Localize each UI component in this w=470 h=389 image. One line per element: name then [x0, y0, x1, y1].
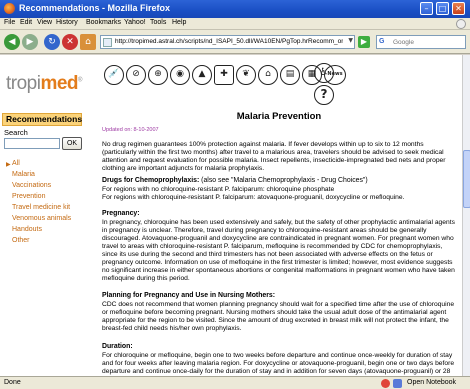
syringe-icon[interactable]: 💉 — [104, 65, 124, 85]
planning-heading: Planning for Pregnancy and Use in Nursin… — [102, 292, 276, 299]
category-venomous-animals[interactable]: Venomous animals — [12, 215, 71, 222]
vertical-scrollbar[interactable] — [462, 55, 470, 376]
google-icon: G — [379, 38, 385, 45]
no-mosquito-icon[interactable]: ⊘ — [126, 65, 146, 85]
address-url: http://tropimed.astral.ch/scripts/nd_ISA… — [115, 38, 343, 45]
search-label: Search — [4, 128, 28, 137]
scrollbar-thumb[interactable] — [463, 150, 470, 208]
drugs-line-2: For regions with chloroquine-resistant P… — [102, 194, 405, 201]
category-malaria[interactable]: Malaria — [12, 171, 35, 178]
notebook-icon[interactable] — [393, 379, 402, 388]
drugs-line-1: For regions with no chloroquine-resistan… — [102, 186, 335, 193]
menu-edit[interactable]: Edit — [20, 19, 32, 26]
pill-icon[interactable]: ⊕ — [148, 65, 168, 85]
category-travel-medicine-kit[interactable]: Travel medicine kit — [12, 204, 70, 211]
walker-icon[interactable]: ♿ — [314, 63, 334, 83]
mountain-icon[interactable]: ▲ — [192, 65, 212, 85]
favicon-icon — [103, 38, 112, 47]
navigation-toolbar: ◀ ▶ ↻ ✕ ⌂ http://tropimed.astral.ch/scri… — [0, 30, 470, 54]
pregnancy-paragraph: In pregnancy, chloroquine has been used … — [102, 219, 455, 282]
sidebar-search-input[interactable] — [4, 138, 60, 149]
menu-tools[interactable]: Tools — [150, 19, 166, 26]
go-button[interactable]: ▶ — [358, 36, 370, 48]
menu-history[interactable]: History — [56, 19, 78, 26]
address-bar[interactable]: http://tropimed.astral.ch/scripts/nd_ISA… — [100, 35, 355, 49]
forward-icon[interactable]: ▶ — [22, 34, 38, 50]
document-icon[interactable]: ▤ — [280, 65, 300, 85]
intro-paragraph: No drug regimen guarantees 100% protecti… — [102, 141, 446, 172]
reload-icon[interactable]: ↻ — [44, 34, 60, 50]
ok-button[interactable]: OK — [62, 137, 82, 150]
menu-bar: File Edit View History Bookmarks Yahoo! … — [0, 18, 470, 30]
menu-file[interactable]: File — [4, 19, 15, 26]
category-prevention[interactable]: Prevention — [12, 193, 45, 200]
duration-heading: Duration: — [102, 343, 133, 350]
menu-help[interactable]: Help — [172, 19, 186, 26]
help-icon[interactable]: ? — [314, 85, 334, 105]
medicine-kit-icon[interactable]: ✚ — [214, 65, 234, 85]
menu-view[interactable]: View — [37, 19, 52, 26]
hospital-icon[interactable]: ⌂ — [258, 65, 278, 85]
open-notebook-button[interactable]: Open Notebook — [407, 379, 456, 386]
chevron-down-icon[interactable]: ▼ — [348, 37, 353, 44]
search-input[interactable] — [393, 37, 463, 47]
menu-yahoo[interactable]: Yahoo! — [124, 19, 146, 26]
updated-date: Updated on: 8-10-2007 — [102, 127, 159, 133]
status-text: Done — [4, 379, 21, 386]
firefox-icon — [4, 3, 15, 14]
category-icons: 💉 ⊘ ⊕ ◉ ▲ ✚ ❦ ⌂ ▤ ▦ News — [104, 65, 346, 89]
category-vaccinations[interactable]: Vaccinations — [12, 182, 51, 189]
minimize-button[interactable]: – — [420, 2, 433, 15]
category-handouts[interactable]: Handouts — [12, 226, 42, 233]
drugs-heading: Drugs for Chemoprophylaxis: (also see "M… — [102, 177, 368, 184]
lungs-icon[interactable]: ❦ — [236, 65, 256, 85]
window-title: Recommendations - Mozilla Firefox — [19, 3, 171, 13]
globe-icon[interactable]: ◉ — [170, 65, 190, 85]
pregnancy-heading: Pregnancy: — [102, 210, 140, 217]
planning-paragraph: CDC does not recommend that women planni… — [102, 301, 455, 332]
noscript-icon[interactable] — [381, 379, 390, 388]
throbber-icon — [456, 19, 466, 29]
stop-icon[interactable]: ✕ — [62, 34, 78, 50]
maximize-button[interactable]: □ — [436, 2, 449, 15]
status-bar: Done Open Notebook — [0, 376, 470, 389]
page-title: Malaria Prevention — [236, 111, 322, 122]
menu-bookmarks[interactable]: Bookmarks — [86, 19, 121, 26]
close-button[interactable]: ✕ — [452, 2, 465, 15]
category-all[interactable]: All — [12, 160, 20, 167]
selected-arrow-icon: ▶ — [6, 161, 11, 168]
window-titlebar: Recommendations - Mozilla Firefox – □ ✕ — [0, 0, 470, 18]
page-content: tropimed® 💉 ⊘ ⊕ ◉ ▲ ✚ ❦ ⌂ ▤ ▦ News ♿ ? R… — [0, 55, 462, 376]
tropimed-logo[interactable]: tropimed® — [6, 73, 82, 95]
sidebar-heading[interactable]: Recommendations — [2, 113, 82, 126]
back-icon[interactable]: ◀ — [4, 34, 20, 50]
duration-paragraph: For chloroquine or mefloquine, begin one… — [102, 352, 455, 375]
category-other[interactable]: Other — [12, 237, 30, 244]
search-box[interactable]: G — [376, 35, 466, 49]
home-icon[interactable]: ⌂ — [80, 34, 96, 50]
